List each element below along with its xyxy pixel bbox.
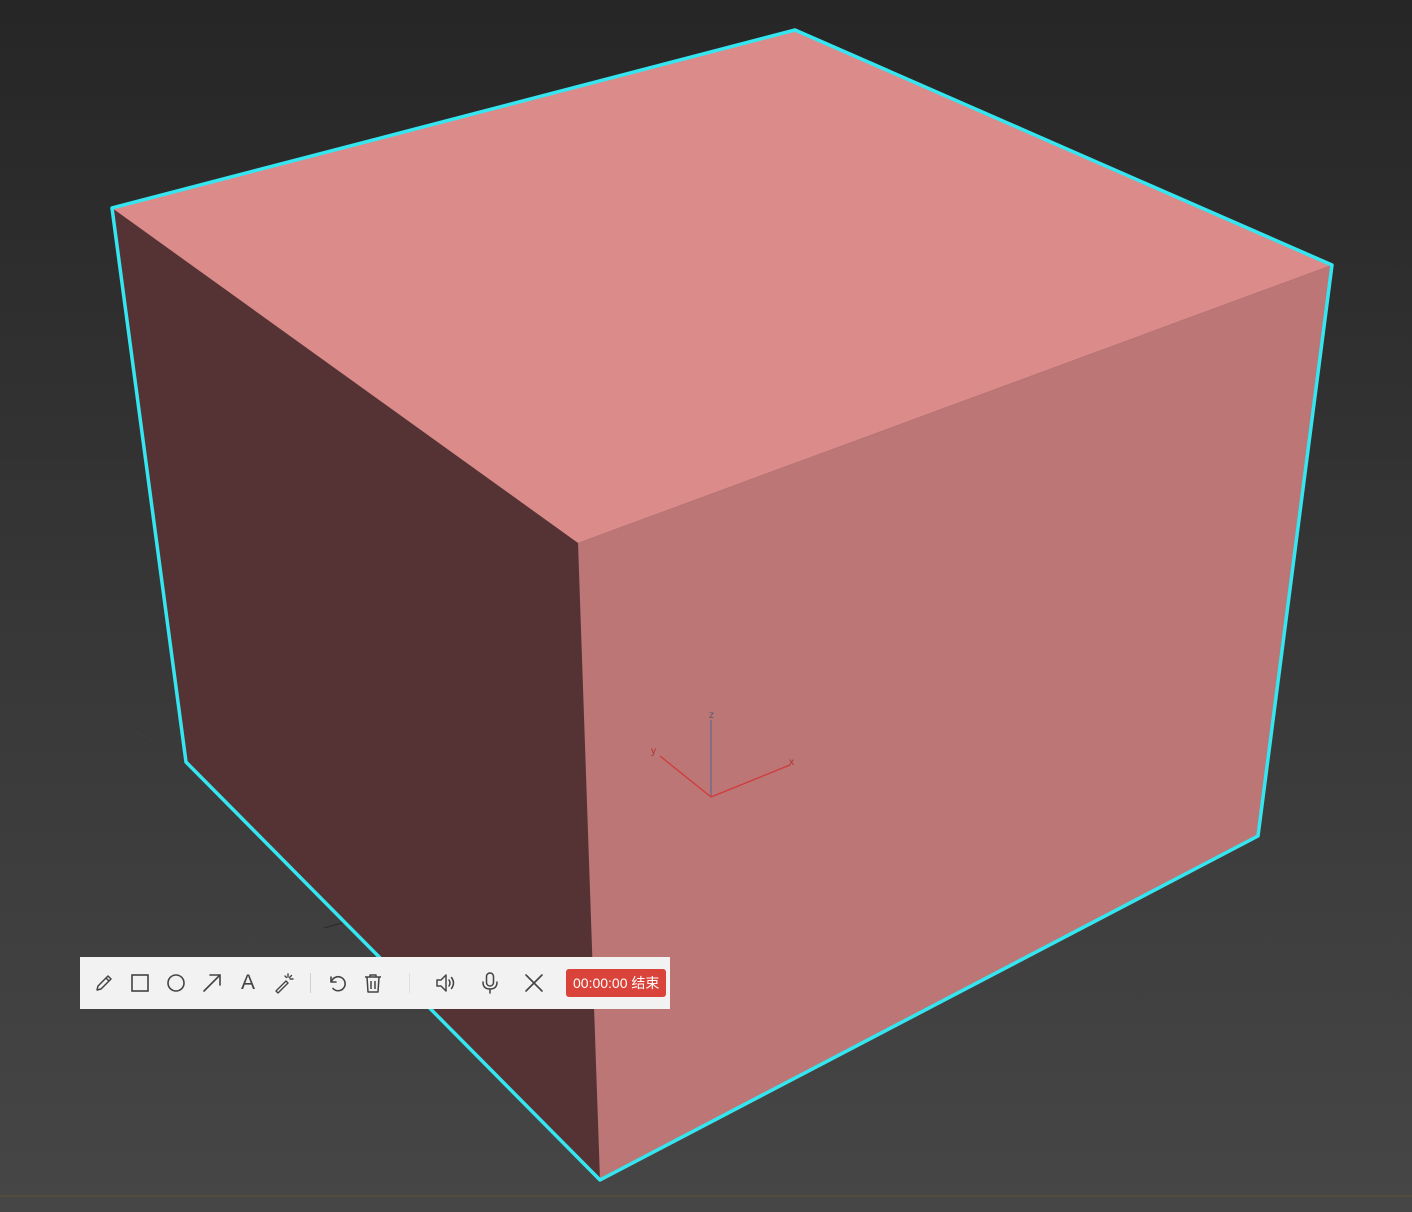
arrow-tool-button[interactable] [200, 971, 224, 995]
microphone-button[interactable] [478, 971, 502, 995]
close-button[interactable] [522, 971, 546, 995]
toolbar-separator [310, 973, 311, 993]
text-tool-button[interactable]: A [236, 971, 260, 995]
magic-wand-tool-button[interactable] [272, 971, 296, 995]
magic-wand-icon [275, 973, 294, 994]
text-icon: A [240, 971, 255, 994]
pencil-tool-button[interactable] [92, 971, 116, 995]
grid-line [129, 727, 187, 763]
3d-viewport[interactable]: z x y A 00:00:00 结束 [0, 0, 1412, 1212]
x-axis-label: x [789, 757, 794, 768]
undo-icon [330, 975, 346, 992]
circle-tool-button[interactable] [164, 971, 188, 995]
circle-icon [167, 974, 185, 992]
toolbar-separator [409, 973, 410, 993]
annotation-toolbar: A 00:00:00 结束 [80, 957, 670, 1009]
arrow-icon [203, 974, 221, 992]
delete-button[interactable] [361, 971, 385, 995]
close-icon [525, 974, 543, 992]
stop-recording-button[interactable]: 00:00:00 结束 [566, 969, 667, 997]
trash-icon [365, 974, 381, 993]
microphone-icon [482, 972, 498, 994]
y-axis-label: y [651, 746, 656, 757]
undo-button[interactable] [325, 971, 349, 995]
pencil-icon [96, 975, 112, 991]
rectangle-tool-button[interactable] [128, 971, 152, 995]
z-axis-label: z [709, 710, 714, 721]
speaker-button[interactable] [434, 971, 458, 995]
viewport-scene[interactable]: z x y [0, 0, 1412, 1212]
speaker-icon [436, 974, 455, 992]
rectangle-icon [131, 974, 149, 992]
